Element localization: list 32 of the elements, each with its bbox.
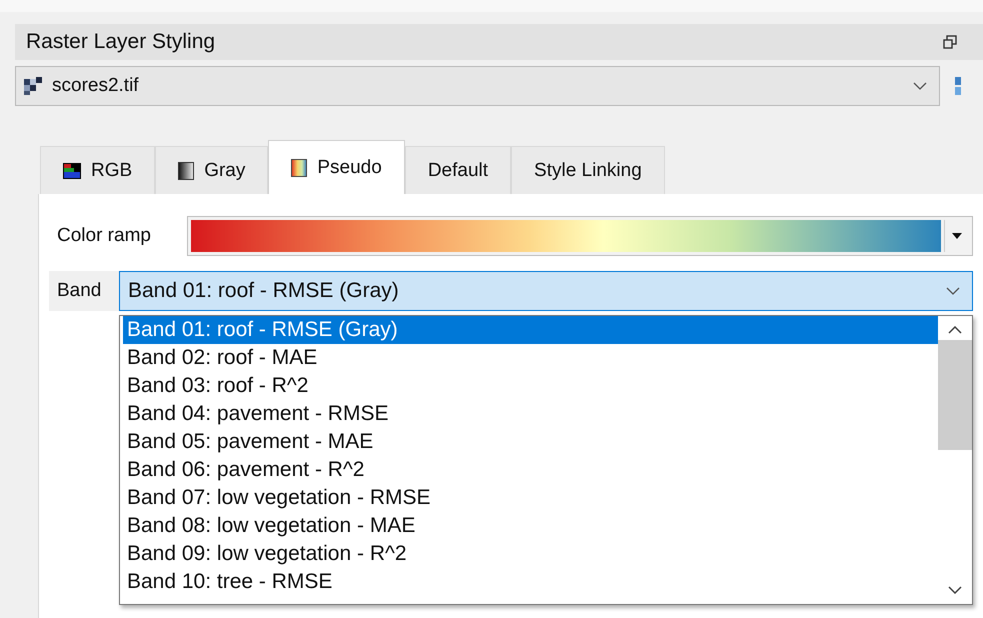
band-option[interactable]: Band 02: roof - MAE bbox=[123, 344, 938, 372]
tab[interactable]: RGB bbox=[40, 146, 156, 194]
dropdown-arrow-icon bbox=[952, 233, 962, 239]
float-window-icon[interactable] bbox=[943, 35, 957, 49]
band-select[interactable]: Band 01: roof - RMSE (Gray) bbox=[119, 271, 973, 311]
band-option[interactable]: Band 10: tree - RMSE bbox=[123, 568, 938, 596]
band-option[interactable]: Band 03: roof - R^2 bbox=[123, 372, 938, 400]
scroll-down-icon[interactable] bbox=[948, 586, 962, 594]
scrollbar-thumb[interactable] bbox=[938, 340, 972, 450]
gradient-icon bbox=[178, 162, 194, 180]
band-option[interactable]: Band 04: pavement - RMSE bbox=[123, 400, 938, 428]
band-option[interactable]: Band 06: pavement - R^2 bbox=[123, 456, 938, 484]
band-option[interactable]: Band 09: low vegetation - R^2 bbox=[123, 540, 938, 568]
rgb-icon bbox=[63, 162, 81, 178]
chevron-down-icon bbox=[946, 287, 960, 295]
toolbar-icon[interactable] bbox=[953, 75, 961, 97]
scroll-up-icon[interactable] bbox=[948, 326, 962, 334]
band-option[interactable]: Band 01: roof - RMSE (Gray) bbox=[123, 316, 938, 344]
color-ramp-select[interactable] bbox=[187, 216, 973, 256]
color-ramp-label: Color ramp bbox=[57, 225, 152, 247]
band-option[interactable]: Band 08: low vegetation - MAE bbox=[123, 512, 938, 540]
band-option[interactable]: Band 07: low vegetation - RMSE bbox=[123, 484, 938, 512]
panel-title: Raster Layer Styling bbox=[26, 30, 216, 54]
color-gradient-icon bbox=[291, 158, 308, 176]
tab[interactable]: Style Linking bbox=[511, 146, 665, 194]
band-option[interactable]: Band 05: pavement - MAE bbox=[123, 428, 938, 456]
tab[interactable]: Gray bbox=[155, 146, 268, 194]
layer-select[interactable]: scores2.tif bbox=[15, 66, 940, 106]
band-label: Band bbox=[57, 280, 102, 302]
chevron-down-icon bbox=[913, 82, 927, 90]
tab[interactable]: Pseudo bbox=[268, 140, 405, 194]
tab[interactable]: Default bbox=[404, 146, 512, 194]
